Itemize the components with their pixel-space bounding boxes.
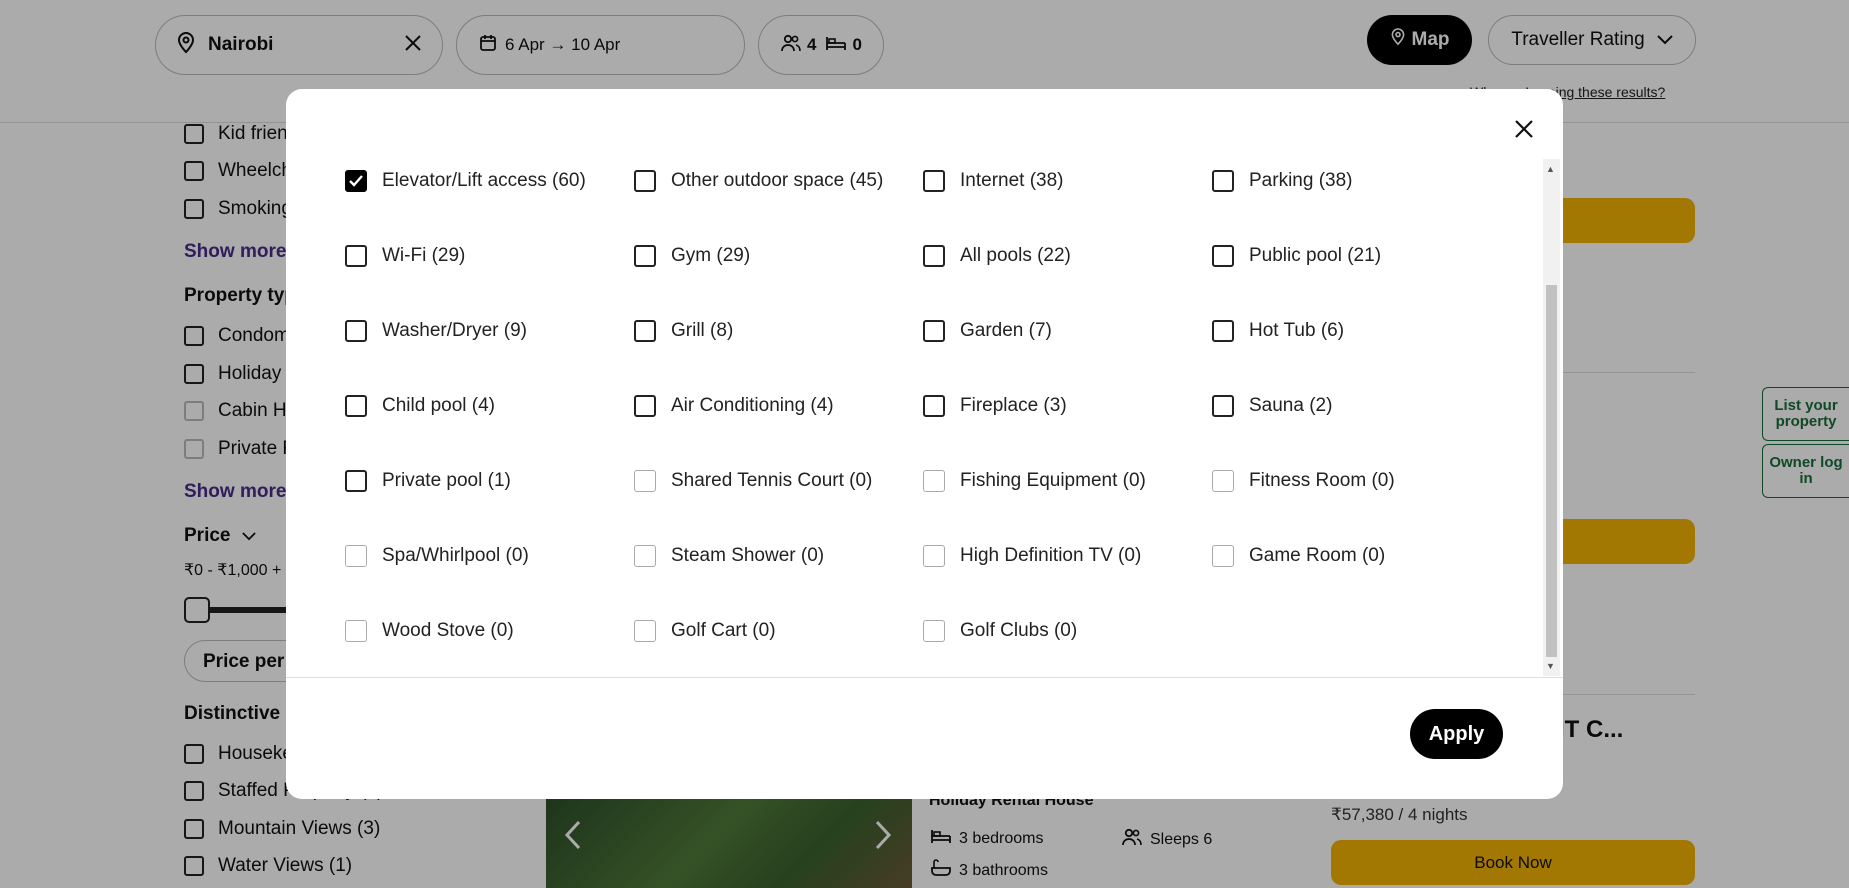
amenity-option-label: Washer/Dryer (9)	[382, 320, 527, 341]
amenity-option[interactable]: Grill (8)	[634, 320, 733, 342]
checkbox[interactable]	[923, 545, 945, 567]
modal-footer-divider	[286, 677, 1563, 678]
checkbox[interactable]	[634, 320, 656, 342]
checkbox[interactable]	[923, 395, 945, 417]
amenity-option[interactable]: Fishing Equipment (0)	[923, 470, 1146, 492]
amenity-option-label: Air Conditioning (4)	[671, 395, 834, 416]
checkbox[interactable]	[1212, 170, 1234, 192]
checkbox[interactable]	[634, 245, 656, 267]
amenity-option[interactable]: Game Room (0)	[1212, 545, 1385, 567]
amenity-option[interactable]: Fitness Room (0)	[1212, 470, 1395, 492]
amenity-option-label: Parking (38)	[1249, 170, 1353, 191]
amenity-options-grid: Elevator/Lift access (60) Other outdoor s…	[286, 159, 1544, 676]
amenity-option-label: Private pool (1)	[382, 470, 511, 491]
amenity-option[interactable]: Elevator/Lift access (60)	[345, 170, 586, 192]
amenity-option[interactable]: Parking (38)	[1212, 170, 1353, 192]
checkbox[interactable]	[923, 620, 945, 642]
amenity-option-label: Grill (8)	[671, 320, 734, 341]
amenity-option-label: High Definition TV (0)	[960, 545, 1142, 566]
amenity-option-label: Spa/Whirlpool (0)	[382, 545, 529, 566]
amenity-option[interactable]: Wi-Fi (29)	[345, 245, 465, 267]
amenity-option[interactable]: Spa/Whirlpool (0)	[345, 545, 529, 567]
amenity-option[interactable]: Wood Stove (0)	[345, 620, 514, 642]
checkbox[interactable]	[1212, 245, 1234, 267]
amenity-option-label: Sauna (2)	[1249, 395, 1333, 416]
checkbox-checked[interactable]	[345, 170, 367, 192]
checkbox[interactable]	[923, 245, 945, 267]
amenity-option[interactable]: Washer/Dryer (9)	[345, 320, 527, 342]
amenities-filter-modal: Elevator/Lift access (60) Other outdoor s…	[286, 89, 1563, 799]
checkbox[interactable]	[634, 620, 656, 642]
amenity-option-label: Steam Shower (0)	[671, 545, 825, 566]
amenity-option-label: Other outdoor space (45)	[671, 170, 884, 191]
amenity-option-label: Gym (29)	[671, 245, 751, 266]
checkbox[interactable]	[634, 545, 656, 567]
close-icon	[1514, 119, 1534, 144]
amenity-option[interactable]: Sauna (2)	[1212, 395, 1332, 417]
checkbox[interactable]	[634, 470, 656, 492]
amenity-option-label: Internet (38)	[960, 170, 1064, 191]
amenity-option[interactable]: Hot Tub (6)	[1212, 320, 1344, 342]
amenity-option-label: Fishing Equipment (0)	[960, 470, 1146, 491]
checkbox[interactable]	[345, 470, 367, 492]
amenity-option-label: Garden (7)	[960, 320, 1052, 341]
scroll-up-arrow[interactable]: ▲	[1546, 164, 1555, 174]
checkbox[interactable]	[1212, 395, 1234, 417]
checkbox[interactable]	[634, 395, 656, 417]
amenity-option-label: Elevator/Lift access (60)	[382, 170, 586, 191]
amenity-option[interactable]: High Definition TV (0)	[923, 545, 1141, 567]
amenity-option[interactable]: Other outdoor space (45)	[634, 170, 883, 192]
amenity-option[interactable]: Steam Shower (0)	[634, 545, 824, 567]
amenity-option[interactable]: All pools (22)	[923, 245, 1071, 267]
apply-button[interactable]: Apply	[1410, 709, 1503, 759]
amenity-option[interactable]: Public pool (21)	[1212, 245, 1381, 267]
amenity-option[interactable]: Shared Tennis Court (0)	[634, 470, 872, 492]
amenity-option-label: Fitness Room (0)	[1249, 470, 1395, 491]
amenity-option-label: Public pool (21)	[1249, 245, 1382, 266]
checkbox[interactable]	[345, 545, 367, 567]
checkbox[interactable]	[345, 245, 367, 267]
amenity-option-label: Game Room (0)	[1249, 545, 1386, 566]
amenity-option[interactable]: Child pool (4)	[345, 395, 495, 417]
checkbox[interactable]	[1212, 545, 1234, 567]
checkbox[interactable]	[923, 320, 945, 342]
amenity-option[interactable]: Golf Clubs (0)	[923, 620, 1077, 642]
amenity-option[interactable]: Air Conditioning (4)	[634, 395, 834, 417]
checkbox[interactable]	[345, 320, 367, 342]
amenity-option[interactable]: Private pool (1)	[345, 470, 511, 492]
amenity-option[interactable]: Gym (29)	[634, 245, 750, 267]
amenity-option-label: Shared Tennis Court (0)	[671, 470, 873, 491]
amenity-option-label: Golf Clubs (0)	[960, 620, 1078, 641]
amenity-option-label: Hot Tub (6)	[1249, 320, 1345, 341]
amenity-option[interactable]: Fireplace (3)	[923, 395, 1067, 417]
checkbox[interactable]	[923, 170, 945, 192]
checkbox[interactable]	[1212, 470, 1234, 492]
amenity-option[interactable]: Golf Cart (0)	[634, 620, 776, 642]
amenity-option-label: Golf Cart (0)	[671, 620, 776, 641]
checkbox[interactable]	[345, 620, 367, 642]
modal-scrollbar-thumb[interactable]	[1546, 285, 1557, 657]
checkbox[interactable]	[634, 170, 656, 192]
checkbox[interactable]	[1212, 320, 1234, 342]
scroll-down-arrow[interactable]: ▼	[1546, 661, 1555, 671]
checkbox[interactable]	[923, 470, 945, 492]
close-modal-button[interactable]	[1506, 113, 1542, 149]
amenity-option[interactable]: Internet (38)	[923, 170, 1064, 192]
amenity-option[interactable]: Garden (7)	[923, 320, 1052, 342]
amenity-option-label: All pools (22)	[960, 245, 1071, 266]
checkmark-icon	[349, 175, 363, 187]
amenity-option-label: Wood Stove (0)	[382, 620, 514, 641]
checkbox[interactable]	[345, 395, 367, 417]
amenity-option-label: Child pool (4)	[382, 395, 495, 416]
amenity-option-label: Fireplace (3)	[960, 395, 1067, 416]
amenity-option-label: Wi-Fi (29)	[382, 245, 466, 266]
